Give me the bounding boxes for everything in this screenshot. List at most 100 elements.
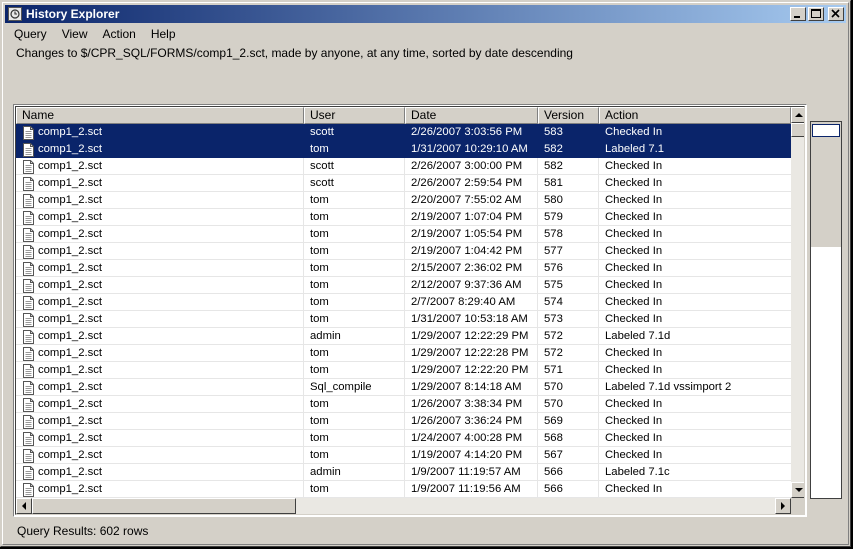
- row-version: 570: [538, 396, 599, 413]
- history-list: Name User Date Version Action comp1_2.sc…: [13, 104, 807, 517]
- column-header-version[interactable]: Version: [538, 107, 599, 124]
- vertical-scroll-thumb[interactable]: [791, 123, 804, 137]
- row-name-cell: comp1_2.sct: [16, 141, 304, 158]
- scroll-right-button[interactable]: [775, 498, 791, 514]
- column-header-action[interactable]: Action: [599, 107, 791, 124]
- row-user: admin: [304, 464, 405, 481]
- row-user: admin: [304, 328, 405, 345]
- maximize-button[interactable]: [808, 7, 824, 21]
- history-row[interactable]: comp1_2.sct scott 2/26/2007 3:00:00 PM 582 C…: [16, 158, 791, 175]
- horizontal-scrollbar[interactable]: [16, 498, 791, 514]
- row-name-cell: comp1_2.sct: [16, 294, 304, 311]
- history-row[interactable]: comp1_2.sct tom 1/9/2007 11:19:56 AM 566 Che…: [16, 481, 791, 498]
- row-user: tom: [304, 311, 405, 328]
- row-action: Checked In: [605, 364, 663, 376]
- scroll-left-button[interactable]: [16, 498, 32, 514]
- row-version: 575: [538, 277, 599, 294]
- maximize-icon: [811, 9, 821, 18]
- row-date: 2/19/2007 1:04:42 PM: [405, 243, 538, 260]
- menu-query[interactable]: Query: [5, 27, 53, 41]
- row-version: 583: [538, 124, 599, 141]
- history-row[interactable]: comp1_2.sct tom 2/15/2007 2:36:02 PM 576 Che…: [16, 260, 791, 277]
- history-row[interactable]: comp1_2.sct tom 2/12/2007 9:37:36 AM 575 Che…: [16, 277, 791, 294]
- history-row[interactable]: comp1_2.sct tom 2/20/2007 7:55:02 AM 580 Che…: [16, 192, 791, 209]
- app-icon[interactable]: [8, 7, 22, 21]
- vertical-scrollbar[interactable]: [791, 107, 804, 498]
- history-row[interactable]: comp1_2.sct admin 1/9/2007 11:19:57 AM 566 L…: [16, 464, 791, 481]
- file-icon: [23, 295, 34, 310]
- row-version: 578: [538, 226, 599, 243]
- row-user: tom: [304, 243, 405, 260]
- row-action: Checked In: [605, 262, 663, 274]
- row-name: comp1_2.sct: [38, 194, 103, 206]
- row-action: Checked In: [605, 279, 663, 291]
- row-date: 1/31/2007 10:53:18 AM: [405, 311, 538, 328]
- file-icon: [23, 142, 34, 157]
- row-name: comp1_2.sct: [38, 160, 103, 172]
- history-row[interactable]: comp1_2.sct tom 2/19/2007 1:05:54 PM 578 Che…: [16, 226, 791, 243]
- close-button[interactable]: [828, 7, 844, 21]
- row-name: comp1_2.sct: [38, 432, 103, 444]
- history-row[interactable]: comp1_2.sct scott 2/26/2007 2:59:54 PM 581 C…: [16, 175, 791, 192]
- column-header-name[interactable]: Name: [16, 107, 304, 124]
- scroll-down-button[interactable]: [791, 482, 804, 498]
- row-date: 1/26/2007 3:36:24 PM: [405, 413, 538, 430]
- menu-view[interactable]: View: [53, 27, 94, 41]
- file-icon: [23, 482, 34, 497]
- row-name-cell: comp1_2.sct: [16, 464, 304, 481]
- minimize-button[interactable]: [790, 7, 806, 21]
- history-row[interactable]: comp1_2.sct tom 1/31/2007 10:29:10 AM 582 La…: [16, 141, 791, 158]
- row-user: Sql_compile: [304, 379, 405, 396]
- row-name: comp1_2.sct: [38, 449, 103, 461]
- row-name: comp1_2.sct: [38, 330, 103, 342]
- history-overview-bar[interactable]: [810, 121, 842, 499]
- scroll-up-button[interactable]: [791, 107, 804, 123]
- history-row[interactable]: comp1_2.sct tom 1/19/2007 4:14:20 PM 567 Che…: [16, 447, 791, 464]
- history-row[interactable]: comp1_2.sct tom 1/29/2007 12:22:20 PM 571 Ch…: [16, 362, 791, 379]
- file-icon: [23, 244, 34, 259]
- history-row[interactable]: comp1_2.sct tom 1/26/2007 3:38:34 PM 570 Che…: [16, 396, 791, 413]
- row-action: Checked In: [605, 313, 663, 325]
- file-icon: [23, 431, 34, 446]
- row-name: comp1_2.sct: [38, 398, 103, 410]
- title-bar[interactable]: History Explorer: [5, 5, 846, 23]
- history-row[interactable]: comp1_2.sct tom 1/26/2007 3:36:24 PM 569 Che…: [16, 413, 791, 430]
- history-row[interactable]: comp1_2.sct Sql_compile 1/29/2007 8:14:18 …: [16, 379, 791, 396]
- row-version: 567: [538, 447, 599, 464]
- row-version: 580: [538, 192, 599, 209]
- file-icon: [23, 380, 34, 395]
- history-row[interactable]: comp1_2.sct tom 1/31/2007 10:53:18 AM 573 Ch…: [16, 311, 791, 328]
- history-row[interactable]: comp1_2.sct tom 2/19/2007 1:07:04 PM 579 Che…: [16, 209, 791, 226]
- menu-action[interactable]: Action: [93, 27, 141, 41]
- history-row[interactable]: comp1_2.sct admin 1/29/2007 12:22:29 PM 572…: [16, 328, 791, 345]
- scrollbar-corner: [791, 498, 804, 514]
- row-user: tom: [304, 396, 405, 413]
- row-name-cell: comp1_2.sct: [16, 379, 304, 396]
- row-action: Labeled 7.1: [605, 143, 665, 155]
- column-header-user[interactable]: User: [304, 107, 405, 124]
- horizontal-scroll-thumb[interactable]: [32, 498, 296, 514]
- row-date: 2/20/2007 7:55:02 AM: [405, 192, 538, 209]
- arrow-right-icon: [780, 502, 785, 510]
- history-row[interactable]: comp1_2.sct tom 1/29/2007 12:22:28 PM 572 Ch…: [16, 345, 791, 362]
- history-row[interactable]: comp1_2.sct tom 1/24/2007 4:00:28 PM 568 Che…: [16, 430, 791, 447]
- file-icon: [23, 465, 34, 480]
- row-date: 2/15/2007 2:36:02 PM: [405, 260, 538, 277]
- menu-help[interactable]: Help: [142, 27, 182, 41]
- row-name: comp1_2.sct: [38, 347, 103, 359]
- history-row[interactable]: comp1_2.sct tom 2/7/2007 8:29:40 AM 574 Chec…: [16, 294, 791, 311]
- row-version: 568: [538, 430, 599, 447]
- row-date: 1/29/2007 12:22:20 PM: [405, 362, 538, 379]
- row-version: 582: [538, 158, 599, 175]
- history-row[interactable]: comp1_2.sct scott 2/26/2007 3:03:56 PM 583 C…: [16, 124, 791, 141]
- row-name-cell: comp1_2.sct: [16, 481, 304, 498]
- row-name: comp1_2.sct: [38, 143, 103, 155]
- history-rows: comp1_2.sct scott 2/26/2007 3:03:56 PM 583 C…: [16, 124, 791, 498]
- row-version: 579: [538, 209, 599, 226]
- overview-selection-marker[interactable]: [812, 124, 840, 137]
- row-name-cell: comp1_2.sct: [16, 328, 304, 345]
- history-row[interactable]: comp1_2.sct tom 2/19/2007 1:04:42 PM 577 Che…: [16, 243, 791, 260]
- row-user: scott: [304, 175, 405, 192]
- row-user: tom: [304, 192, 405, 209]
- column-header-date[interactable]: Date: [405, 107, 538, 124]
